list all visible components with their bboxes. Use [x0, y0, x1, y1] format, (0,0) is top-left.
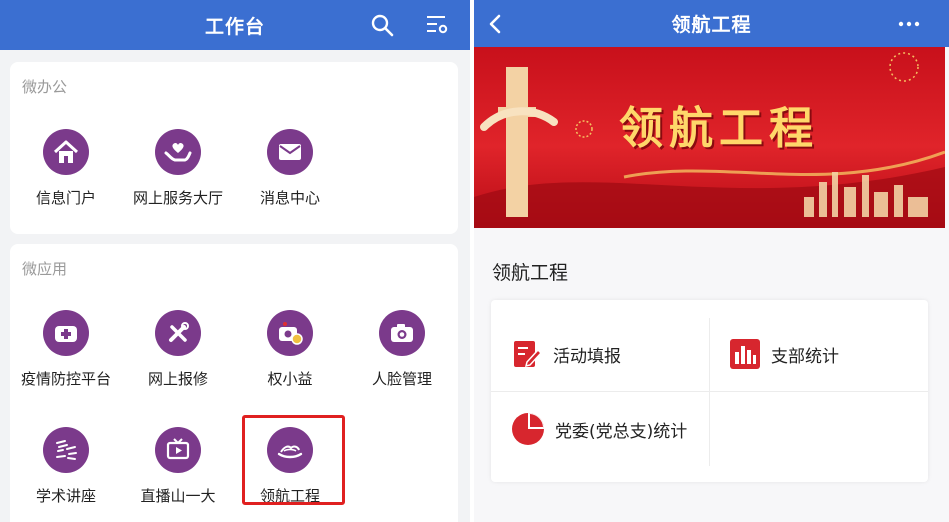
app-label: 信息门户 — [35, 189, 96, 207]
app-label: 权小益 — [267, 370, 313, 388]
grid-item-label: 党委(党总支)统计 — [555, 421, 688, 442]
grid-divider-horizontal — [491, 391, 928, 392]
grid-divider-vertical — [709, 318, 710, 466]
office-section-title: 微办公 — [22, 78, 68, 96]
more-icon[interactable] — [897, 12, 921, 36]
app-online-repair[interactable]: 网上报修 — [122, 310, 234, 389]
pilot-header: 领航工程 — [474, 0, 949, 47]
app-label: 网上服务大厅 — [132, 189, 223, 207]
grid-item-party-committee-statistics[interactable]: 党委(党总支)统计 — [511, 412, 687, 446]
apps-card: 微应用 疫情防控平台 网上报修 权小益 人脸管理 学术讲座 直播山一大 领航工程 — [10, 244, 458, 522]
pilot-project-screen: 领航工程 领航工程 领航工程 活动填报 支部统计 党委(党总支)统计 — [474, 0, 949, 522]
grid-item-label: 活动填报 — [553, 346, 621, 367]
app-face-management[interactable]: 人脸管理 — [346, 310, 458, 389]
camera-search-icon — [267, 310, 313, 356]
grid-item-activity-report[interactable]: 活动填报 — [511, 338, 621, 370]
app-epidemic-platform[interactable]: 疫情防控平台 — [10, 310, 122, 389]
grid-item-label: 支部统计 — [771, 346, 839, 367]
envelope-icon — [267, 129, 313, 175]
pie-chart-icon — [512, 413, 544, 445]
app-academic-lecture[interactable]: 学术讲座 — [10, 427, 122, 506]
edit-icon — [514, 341, 543, 368]
medical-kit-icon — [43, 310, 89, 356]
app-message-center[interactable]: 消息中心 — [234, 129, 346, 208]
tools-icon — [155, 310, 201, 356]
lecture-icon — [43, 427, 89, 473]
app-info-portal[interactable]: 信息门户 — [10, 129, 122, 208]
function-grid: 活动填报 支部统计 党委(党总支)统计 — [491, 300, 928, 482]
office-card: 微办公 信息门户 网上服务大厅 消息中心 — [10, 62, 458, 234]
workbench-screen: 工作台 微办公 信息门户 网上服务大厅 消息中心 微应用 疫情防控平台 网上报修… — [0, 0, 470, 522]
app-label: 消息中心 — [259, 189, 320, 207]
app-label: 学术讲座 — [35, 487, 96, 505]
home-icon — [43, 129, 89, 175]
app-label: 直播山一大 — [140, 487, 216, 505]
workbench-header: 工作台 — [0, 0, 470, 50]
app-label: 网上报修 — [147, 370, 208, 388]
tv-icon — [155, 427, 201, 473]
bar-chart-icon — [730, 339, 760, 369]
app-label: 疫情防控平台 — [20, 370, 111, 388]
grid-item-branch-statistics[interactable]: 支部统计 — [729, 338, 839, 370]
hands-heart-icon — [155, 129, 201, 175]
header-title: 工作台 — [204, 15, 265, 38]
app-label: 人脸管理 — [371, 370, 432, 388]
banner-image: 领航工程 — [474, 47, 945, 228]
selection-highlight — [242, 415, 345, 505]
header-title: 领航工程 — [671, 14, 752, 36]
app-quan-xiao-yi[interactable]: 权小益 — [234, 310, 346, 389]
search-icon[interactable] — [370, 13, 394, 37]
apps-section-title: 微应用 — [22, 260, 68, 278]
settings-icon[interactable] — [425, 13, 449, 37]
app-live-broadcast[interactable]: 直播山一大 — [122, 427, 234, 506]
banner-title: 领航工程 — [619, 103, 819, 154]
back-icon[interactable] — [484, 12, 508, 36]
camera-icon — [379, 310, 425, 356]
section-title: 领航工程 — [492, 262, 569, 284]
app-service-hall[interactable]: 网上服务大厅 — [122, 129, 234, 208]
